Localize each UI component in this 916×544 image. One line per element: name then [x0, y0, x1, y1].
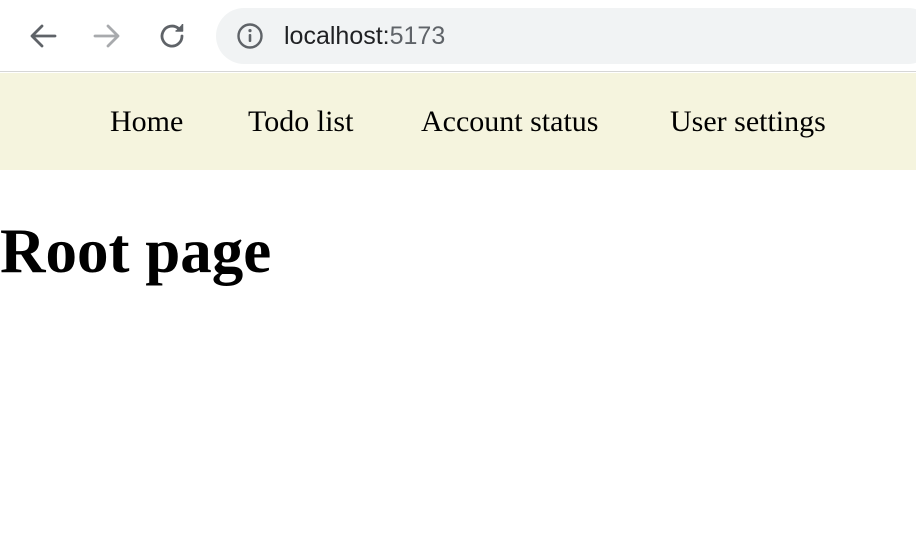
forward-button[interactable] — [87, 16, 127, 56]
reload-button[interactable] — [152, 16, 192, 56]
nav-link-user-settings[interactable]: User settings — [670, 104, 826, 140]
browser-toolbar: localhost:5173 — [0, 0, 916, 72]
nav-link-todo-list[interactable]: Todo list — [248, 104, 353, 140]
url-host: localhost: — [284, 22, 390, 50]
page-title: Root page — [0, 216, 272, 286]
address-bar[interactable]: localhost:5173 — [216, 8, 916, 64]
url-text[interactable]: localhost:5173 — [284, 20, 445, 52]
url-port: 5173 — [389, 22, 446, 50]
arrow-right-icon — [91, 20, 123, 52]
site-navigation: Home Todo list Account status User setti… — [0, 73, 916, 170]
info-icon[interactable] — [236, 22, 264, 50]
arrow-left-icon — [27, 20, 59, 52]
nav-link-home[interactable]: Home — [110, 104, 183, 140]
reload-icon — [156, 20, 188, 52]
nav-link-account-status[interactable]: Account status — [421, 104, 598, 140]
back-button[interactable] — [23, 16, 63, 56]
